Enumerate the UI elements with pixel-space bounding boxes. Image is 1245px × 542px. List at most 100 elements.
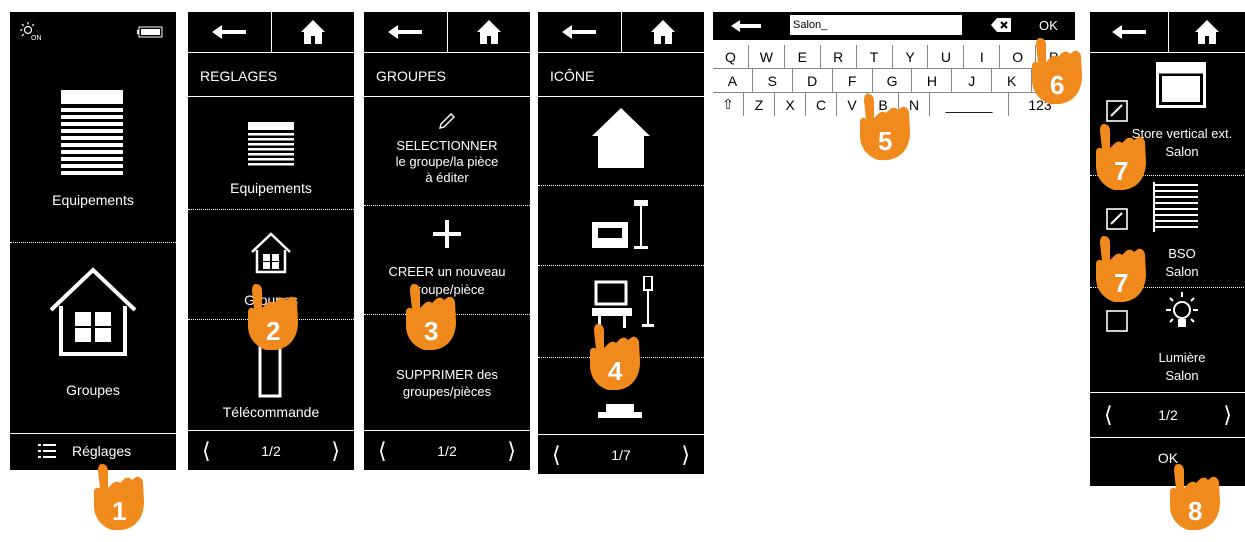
checkbox-checked-icon[interactable] — [1106, 100, 1128, 122]
next-page-icon[interactable]: ⟩ — [1223, 404, 1232, 426]
shift-key[interactable]: ⇧ — [713, 93, 744, 116]
home-icon — [1195, 20, 1220, 44]
bulb-icon — [1162, 290, 1202, 336]
step-2-hand-icon: 2 — [246, 282, 302, 354]
icon-screen: ICÔNE ⟨ 1/7 ⟩ — [538, 12, 704, 474]
step-number: 2 — [266, 316, 280, 346]
key[interactable]: F — [832, 69, 873, 92]
step-8-hand-icon: 8 — [1168, 462, 1224, 534]
key[interactable]: U — [928, 45, 965, 68]
back-button[interactable] — [1090, 12, 1168, 52]
back-arrow-icon — [388, 24, 423, 40]
icon-option-sofa[interactable] — [538, 186, 704, 264]
key[interactable]: A — [713, 69, 753, 92]
next-page-icon[interactable]: ⟩ — [681, 443, 690, 466]
page-indicator: 1/2 — [1158, 407, 1178, 423]
step-number: 3 — [424, 316, 438, 346]
groupes-label: Groupes — [66, 382, 120, 398]
home-button[interactable] — [270, 12, 355, 52]
delete-line-2: groupes/pièces — [402, 384, 492, 399]
page-title: ICÔNE — [550, 68, 595, 84]
prev-page-icon[interactable]: ⟨ — [552, 443, 561, 466]
step-number: 1 — [112, 496, 126, 526]
prev-page-icon[interactable]: ⟨ — [202, 439, 211, 462]
keyboard-top-bar: Salon_ OK — [713, 12, 1075, 40]
back-button[interactable] — [731, 20, 761, 32]
settings-screen: REGLAGES Equipements Groupes Télécommand… — [188, 12, 354, 470]
appliance-icon — [598, 398, 642, 426]
divider — [538, 96, 704, 97]
back-button[interactable] — [538, 12, 621, 52]
sun-on-icon: ON — [20, 22, 44, 42]
key-row-1: Q W E R T Y U I O P — [713, 45, 1072, 69]
page-indicator: 1/2 — [261, 442, 281, 459]
key[interactable]: G — [872, 69, 913, 92]
name-input[interactable]: Salon_ — [790, 15, 962, 35]
key[interactable]: Z — [744, 93, 775, 116]
member-label-2: Salon — [1165, 368, 1199, 383]
back-arrow-icon — [562, 24, 597, 40]
pencil-icon — [438, 112, 456, 130]
home-button[interactable] — [1167, 12, 1245, 52]
key[interactable]: E — [784, 45, 821, 68]
key[interactable]: H — [912, 69, 953, 92]
step-number: 4 — [608, 356, 623, 386]
home-icon — [650, 20, 675, 44]
svg-text:ON: ON — [31, 35, 42, 42]
groups-screen: GROUPES SELECTIONNER le groupe/la pièce … — [364, 12, 530, 470]
nav-bar — [538, 12, 704, 53]
select-group-item[interactable]: SELECTIONNER le groupe/la pièce à éditer — [364, 98, 530, 204]
home-button[interactable] — [446, 12, 531, 52]
pager: ⟨ 1/2 ⟩ — [188, 430, 354, 470]
groupes-tile[interactable]: Groupes — [10, 244, 176, 434]
step-number: 7 — [1114, 268, 1128, 298]
key[interactable]: C — [806, 93, 837, 116]
step-6-hand-icon: 6 — [1030, 36, 1086, 108]
key[interactable]: D — [792, 69, 833, 92]
step-number: 8 — [1188, 496, 1202, 526]
home-icon — [300, 20, 325, 44]
back-button[interactable] — [364, 12, 447, 52]
key[interactable]: R — [820, 45, 857, 68]
back-button[interactable] — [188, 12, 271, 52]
backspace-button[interactable] — [991, 18, 1011, 32]
ok-button[interactable]: OK — [1039, 18, 1058, 33]
equipements-item[interactable]: Equipements — [188, 98, 354, 208]
blind-icon — [248, 122, 294, 168]
create-line-1: CREER un nouveau — [388, 264, 506, 279]
back-arrow-icon — [212, 24, 247, 40]
house-icon — [47, 266, 139, 358]
nav-bar — [364, 12, 530, 53]
key[interactable]: Q — [713, 45, 749, 68]
key[interactable]: J — [952, 69, 993, 92]
checkbox-icon[interactable] — [1106, 310, 1128, 332]
home-button[interactable] — [620, 12, 705, 52]
pager: ⟨ 1/2 ⟩ — [364, 430, 530, 470]
equipements-label: Equipements — [52, 192, 134, 208]
step-number: 5 — [878, 126, 892, 156]
key[interactable]: W — [748, 45, 785, 68]
next-page-icon[interactable]: ⟩ — [507, 439, 516, 462]
key[interactable]: S — [752, 69, 793, 92]
next-page-icon[interactable]: ⟩ — [331, 439, 340, 462]
divider — [10, 242, 176, 243]
key[interactable]: K — [992, 69, 1033, 92]
divider — [188, 96, 354, 97]
space-key[interactable]: ______ — [930, 93, 1009, 116]
select-line-3: à éditer — [425, 170, 469, 185]
key[interactable]: T — [856, 45, 893, 68]
member-label-1: Lumière — [1158, 350, 1206, 365]
prev-page-icon[interactable]: ⟨ — [1104, 404, 1113, 426]
key[interactable]: I — [964, 45, 1001, 68]
battery-icon — [137, 26, 163, 38]
key[interactable]: X — [775, 93, 806, 116]
equipements-tile[interactable]: Equipements — [10, 52, 176, 252]
key[interactable]: Y — [892, 45, 929, 68]
select-line-1: SELECTIONNER — [396, 138, 498, 153]
checkbox-checked-icon[interactable] — [1106, 208, 1128, 230]
back-arrow-icon — [731, 20, 761, 32]
icon-option-house[interactable] — [538, 98, 704, 184]
plus-icon — [433, 220, 461, 248]
backspace-icon — [991, 18, 1011, 32]
prev-page-icon[interactable]: ⟨ — [378, 439, 387, 462]
